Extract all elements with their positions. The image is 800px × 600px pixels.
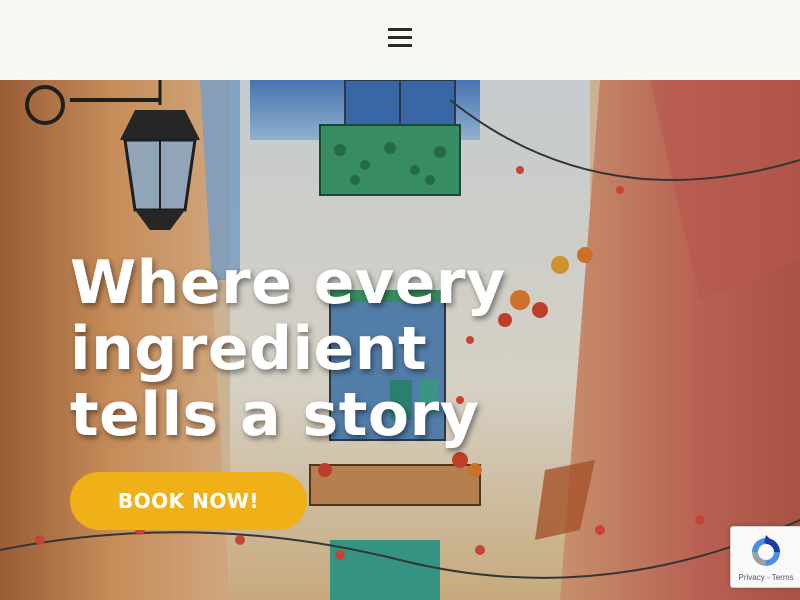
recaptcha-icon: [752, 535, 780, 566]
recaptcha-privacy-link[interactable]: Privacy: [739, 573, 765, 582]
hero-title: Where every ingredient tells a story: [70, 248, 506, 450]
menu-bar-bottom: [388, 44, 412, 47]
recaptcha-terms-link[interactable]: Terms: [772, 573, 794, 582]
hero-section: Where every ingredient tells a story BOO…: [0, 80, 800, 600]
menu-bar-top: [388, 28, 412, 31]
menu-bar-middle: [388, 36, 412, 39]
site-header: [0, 0, 800, 80]
recaptcha-links: Privacy - Terms: [731, 573, 800, 582]
recaptcha-badge[interactable]: Privacy - Terms: [730, 526, 800, 588]
hamburger-menu-icon[interactable]: [386, 24, 414, 52]
recaptcha-separator: -: [764, 573, 772, 582]
book-now-button[interactable]: BOOK NOW!: [70, 472, 307, 530]
